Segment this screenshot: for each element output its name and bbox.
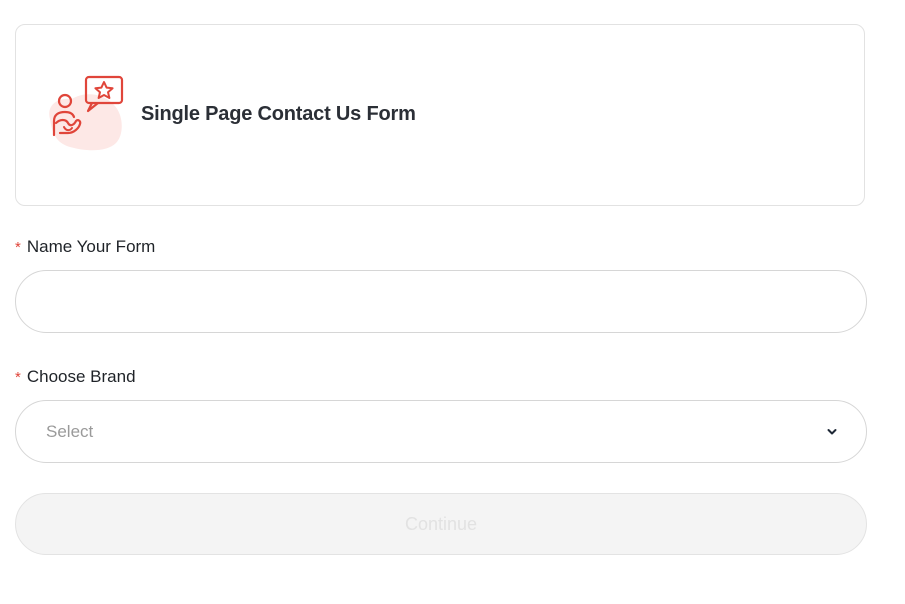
name-field-wrapper [15,270,867,333]
brand-select-value: Select [46,422,94,441]
brand-field-label: * Choose Brand [15,367,136,387]
feedback-review-icon [44,75,126,151]
required-mark: * [15,239,21,256]
name-field-label-text: Name Your Form [26,237,156,256]
brand-select[interactable]: Select [15,400,867,463]
form-name-input[interactable] [16,271,866,332]
name-field-label: * Name Your Form [15,237,155,257]
template-title: Single Page Contact Us Form [141,103,416,125]
brand-field-label-text: Choose Brand [26,367,136,386]
chevron-down-icon [826,425,838,437]
continue-button[interactable]: Continue [15,493,867,555]
template-card[interactable]: Single Page Contact Us Form [15,24,865,206]
required-mark: * [15,369,21,386]
create-form-page: Single Page Contact Us Form * Name Your F… [0,0,905,604]
